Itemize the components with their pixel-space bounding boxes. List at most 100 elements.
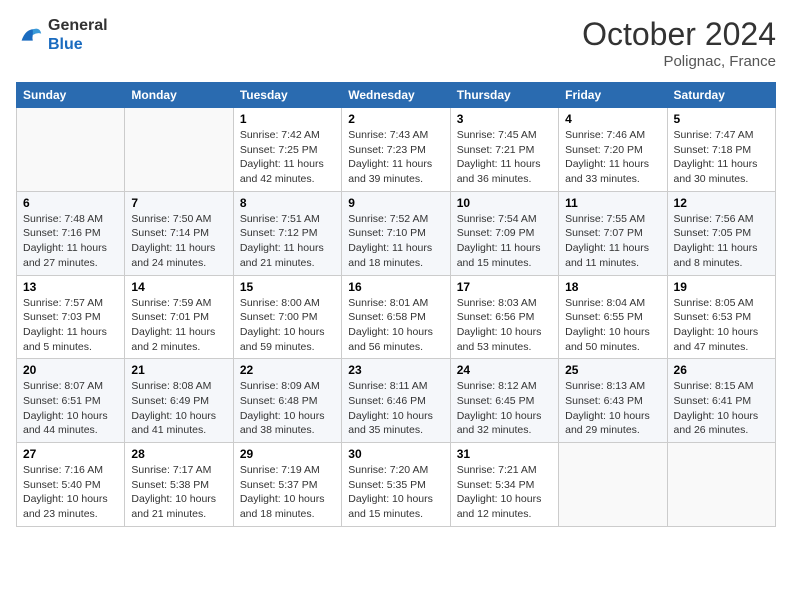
calendar-cell: 22 Sunrise: 8:09 AM Sunset: 6:48 PM Dayli… [233,359,341,443]
day-info: Sunrise: 7:46 AM Sunset: 7:20 PM Dayligh… [565,128,660,187]
calendar-cell: 3 Sunrise: 7:45 AM Sunset: 7:21 PM Daylig… [450,108,558,192]
day-number: 28 [131,447,226,461]
calendar-cell: 20 Sunrise: 8:07 AM Sunset: 6:51 PM Dayli… [17,359,125,443]
location-subtitle: Polignac, France [582,53,776,70]
day-number: 7 [131,196,226,210]
day-number: 12 [674,196,769,210]
calendar-cell [559,443,667,527]
day-number: 5 [674,112,769,126]
day-number: 10 [457,196,552,210]
day-number: 16 [348,280,443,294]
day-number: 14 [131,280,226,294]
day-number: 25 [565,363,660,377]
weekday-header: Friday [559,83,667,108]
calendar-week-row: 1 Sunrise: 7:42 AM Sunset: 7:25 PM Daylig… [17,108,776,192]
day-info: Sunrise: 8:15 AM Sunset: 6:41 PM Dayligh… [674,379,769,438]
calendar-cell: 6 Sunrise: 7:48 AM Sunset: 7:16 PM Daylig… [17,191,125,275]
calendar-cell: 18 Sunrise: 8:04 AM Sunset: 6:55 PM Dayli… [559,275,667,359]
day-number: 20 [23,363,118,377]
day-number: 22 [240,363,335,377]
day-number: 17 [457,280,552,294]
day-number: 19 [674,280,769,294]
day-number: 11 [565,196,660,210]
calendar-cell: 25 Sunrise: 8:13 AM Sunset: 6:43 PM Dayli… [559,359,667,443]
weekday-header: Tuesday [233,83,341,108]
calendar-cell: 19 Sunrise: 8:05 AM Sunset: 6:53 PM Dayli… [667,275,775,359]
calendar-cell: 27 Sunrise: 7:16 AM Sunset: 5:40 PM Dayli… [17,443,125,527]
calendar-cell: 5 Sunrise: 7:47 AM Sunset: 7:18 PM Daylig… [667,108,775,192]
day-info: Sunrise: 8:09 AM Sunset: 6:48 PM Dayligh… [240,379,335,438]
day-number: 24 [457,363,552,377]
weekday-header: Thursday [450,83,558,108]
calendar-cell: 10Sunrise: 7:54 AM Sunset: 7:09 PM Dayli… [450,191,558,275]
day-number: 2 [348,112,443,126]
day-number: 1 [240,112,335,126]
day-number: 6 [23,196,118,210]
calendar-cell: 24 Sunrise: 8:12 AM Sunset: 6:45 PM Dayli… [450,359,558,443]
day-number: 8 [240,196,335,210]
day-info: Sunrise: 7:48 AM Sunset: 7:16 PM Dayligh… [23,212,118,271]
day-info: Sunrise: 7:17 AM Sunset: 5:38 PM Dayligh… [131,463,226,522]
calendar-cell: 12 Sunrise: 7:56 AM Sunset: 7:05 PM Dayli… [667,191,775,275]
day-info: Sunrise: 7:59 AM Sunset: 7:01 PM Dayligh… [131,296,226,355]
day-info: Sunrise: 7:45 AM Sunset: 7:21 PM Dayligh… [457,128,552,187]
day-number: 4 [565,112,660,126]
day-number: 27 [23,447,118,461]
calendar-cell: 21Sunrise: 8:08 AM Sunset: 6:49 PM Dayli… [125,359,233,443]
day-info: Sunrise: 7:55 AM Sunset: 7:07 PM Dayligh… [565,212,660,271]
day-info: Sunrise: 7:20 AM Sunset: 5:35 PM Dayligh… [348,463,443,522]
day-info: Sunrise: 8:11 AM Sunset: 6:46 PM Dayligh… [348,379,443,438]
calendar-cell: 11 Sunrise: 7:55 AM Sunset: 7:07 PM Dayli… [559,191,667,275]
day-info: Sunrise: 7:50 AM Sunset: 7:14 PM Dayligh… [131,212,226,271]
day-info: Sunrise: 8:12 AM Sunset: 6:45 PM Dayligh… [457,379,552,438]
month-title: October 2024 [582,16,776,53]
weekday-header: Wednesday [342,83,450,108]
day-info: Sunrise: 7:42 AM Sunset: 7:25 PM Dayligh… [240,128,335,187]
calendar-cell: 13Sunrise: 7:57 AM Sunset: 7:03 PM Dayli… [17,275,125,359]
calendar-week-row: 13Sunrise: 7:57 AM Sunset: 7:03 PM Dayli… [17,275,776,359]
calendar-cell: 16 Sunrise: 8:01 AM Sunset: 6:58 PM Dayli… [342,275,450,359]
calendar-cell: 30 Sunrise: 7:20 AM Sunset: 5:35 PM Dayli… [342,443,450,527]
weekday-header: Sunday [17,83,125,108]
day-number: 21 [131,363,226,377]
day-number: 30 [348,447,443,461]
calendar-cell: 8 Sunrise: 7:51 AM Sunset: 7:12 PM Daylig… [233,191,341,275]
day-number: 23 [348,363,443,377]
calendar-table: SundayMondayTuesdayWednesdayThursdayFrid… [16,82,776,527]
calendar-week-row: 27 Sunrise: 7:16 AM Sunset: 5:40 PM Dayli… [17,443,776,527]
day-number: 29 [240,447,335,461]
calendar-cell: 7 Sunrise: 7:50 AM Sunset: 7:14 PM Daylig… [125,191,233,275]
day-info: Sunrise: 7:47 AM Sunset: 7:18 PM Dayligh… [674,128,769,187]
day-info: Sunrise: 7:51 AM Sunset: 7:12 PM Dayligh… [240,212,335,271]
calendar-cell: 17 Sunrise: 8:03 AM Sunset: 6:56 PM Dayli… [450,275,558,359]
day-info: Sunrise: 8:00 AM Sunset: 7:00 PM Dayligh… [240,296,335,355]
day-info: Sunrise: 8:03 AM Sunset: 6:56 PM Dayligh… [457,296,552,355]
page-header: General Blue October 2024 Polignac, Fran… [16,16,776,70]
day-info: Sunrise: 8:01 AM Sunset: 6:58 PM Dayligh… [348,296,443,355]
day-info: Sunrise: 7:56 AM Sunset: 7:05 PM Dayligh… [674,212,769,271]
weekday-header: Monday [125,83,233,108]
day-number: 9 [348,196,443,210]
day-number: 18 [565,280,660,294]
calendar-cell: 26Sunrise: 8:15 AM Sunset: 6:41 PM Dayli… [667,359,775,443]
day-number: 3 [457,112,552,126]
calendar-cell [17,108,125,192]
calendar-week-row: 20 Sunrise: 8:07 AM Sunset: 6:51 PM Dayli… [17,359,776,443]
day-info: Sunrise: 8:04 AM Sunset: 6:55 PM Dayligh… [565,296,660,355]
calendar-cell: 2Sunrise: 7:43 AM Sunset: 7:23 PM Daylig… [342,108,450,192]
day-info: Sunrise: 8:05 AM Sunset: 6:53 PM Dayligh… [674,296,769,355]
calendar-cell: 4 Sunrise: 7:46 AM Sunset: 7:20 PM Daylig… [559,108,667,192]
logo-line2: Blue [48,35,108,54]
weekday-header-row: SundayMondayTuesdayWednesdayThursdayFrid… [17,83,776,108]
day-info: Sunrise: 8:07 AM Sunset: 6:51 PM Dayligh… [23,379,118,438]
day-info: Sunrise: 7:19 AM Sunset: 5:37 PM Dayligh… [240,463,335,522]
day-info: Sunrise: 7:16 AM Sunset: 5:40 PM Dayligh… [23,463,118,522]
day-info: Sunrise: 8:13 AM Sunset: 6:43 PM Dayligh… [565,379,660,438]
day-number: 13 [23,280,118,294]
calendar-cell: 9 Sunrise: 7:52 AM Sunset: 7:10 PM Daylig… [342,191,450,275]
day-info: Sunrise: 7:52 AM Sunset: 7:10 PM Dayligh… [348,212,443,271]
day-info: Sunrise: 7:21 AM Sunset: 5:34 PM Dayligh… [457,463,552,522]
calendar-cell: 14 Sunrise: 7:59 AM Sunset: 7:01 PM Dayli… [125,275,233,359]
calendar-cell [125,108,233,192]
day-number: 15 [240,280,335,294]
